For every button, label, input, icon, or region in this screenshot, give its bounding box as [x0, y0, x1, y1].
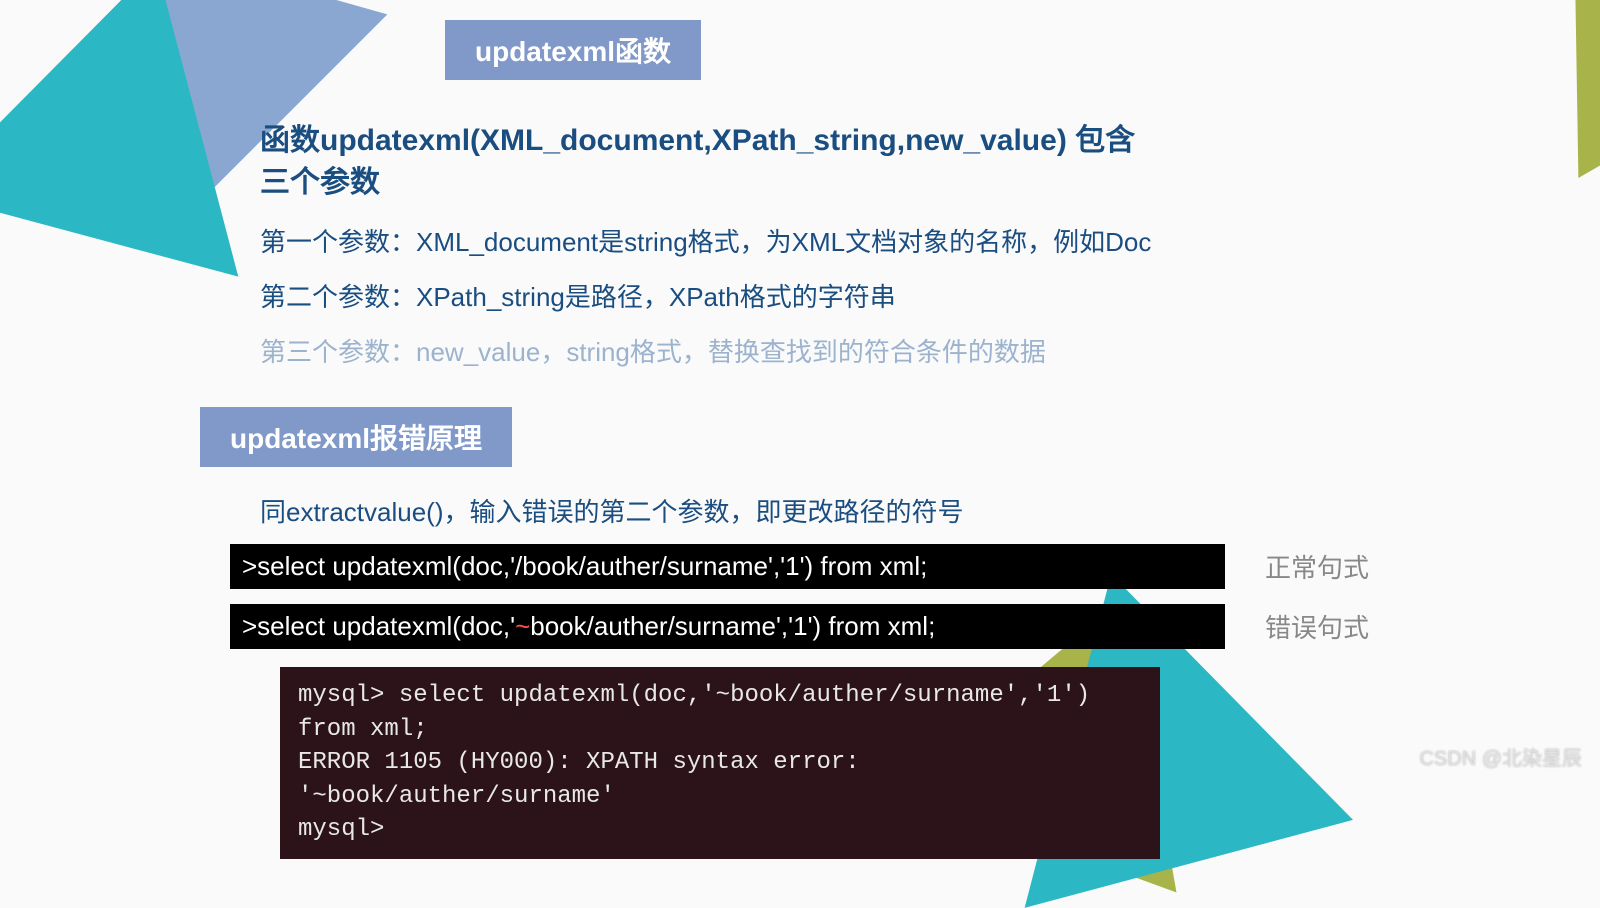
code-block-error: >select updatexml(doc,'~book/auther/surn… [230, 604, 1225, 649]
section-title-badge-1: updatexml函数 [445, 20, 701, 80]
terminal-line-3: mysql> [298, 813, 1142, 847]
code-label-error: 错误句式 [1265, 608, 1369, 645]
section-title-badge-2: updatexml报错原理 [200, 407, 512, 467]
terminal-line-2: ERROR 1105 (HY000): XPATH syntax error: … [298, 746, 1142, 813]
terminal-output: mysql> select updatexml(doc,'~book/authe… [280, 667, 1160, 859]
code-block-normal: >select updatexml(doc,'/book/auther/surn… [230, 544, 1225, 589]
terminal-line-1: mysql> select updatexml(doc,'~book/authe… [298, 679, 1142, 746]
code-row-error: >select updatexml(doc,'~book/auther/surn… [230, 604, 1600, 649]
heading-line-1: 函数updatexml(XML_document,XPath_string,ne… [260, 124, 1135, 157]
watermark-text: CSDN @北染星辰 [1419, 742, 1582, 771]
function-signature-heading: 函数updatexml(XML_document,XPath_string,ne… [260, 120, 1210, 204]
code-error-tilde: ~ [515, 611, 530, 641]
code-error-prefix: >select updatexml(doc,' [242, 611, 515, 641]
param-description-3: 第三个参数：new_value，string格式，替换查找到的符合条件的数据 [260, 332, 1600, 369]
code-row-normal: >select updatexml(doc,'/book/auther/surn… [230, 544, 1600, 589]
heading-line-2: 三个参数 [260, 166, 380, 199]
code-label-normal: 正常句式 [1265, 548, 1369, 585]
param-description-1: 第一个参数：XML_document是string格式，为XML文档对象的名称，… [260, 222, 1600, 259]
param-description-2: 第二个参数：XPath_string是路径，XPath格式的字符串 [260, 277, 1600, 314]
slide-content: updatexml函数 函数updatexml(XML_document,XPa… [0, 0, 1600, 859]
code-error-suffix: book/auther/surname','1') from xml; [530, 611, 935, 641]
error-principle-description: 同extractvalue()，输入错误的第二个参数，即更改路径的符号 [260, 492, 1600, 529]
